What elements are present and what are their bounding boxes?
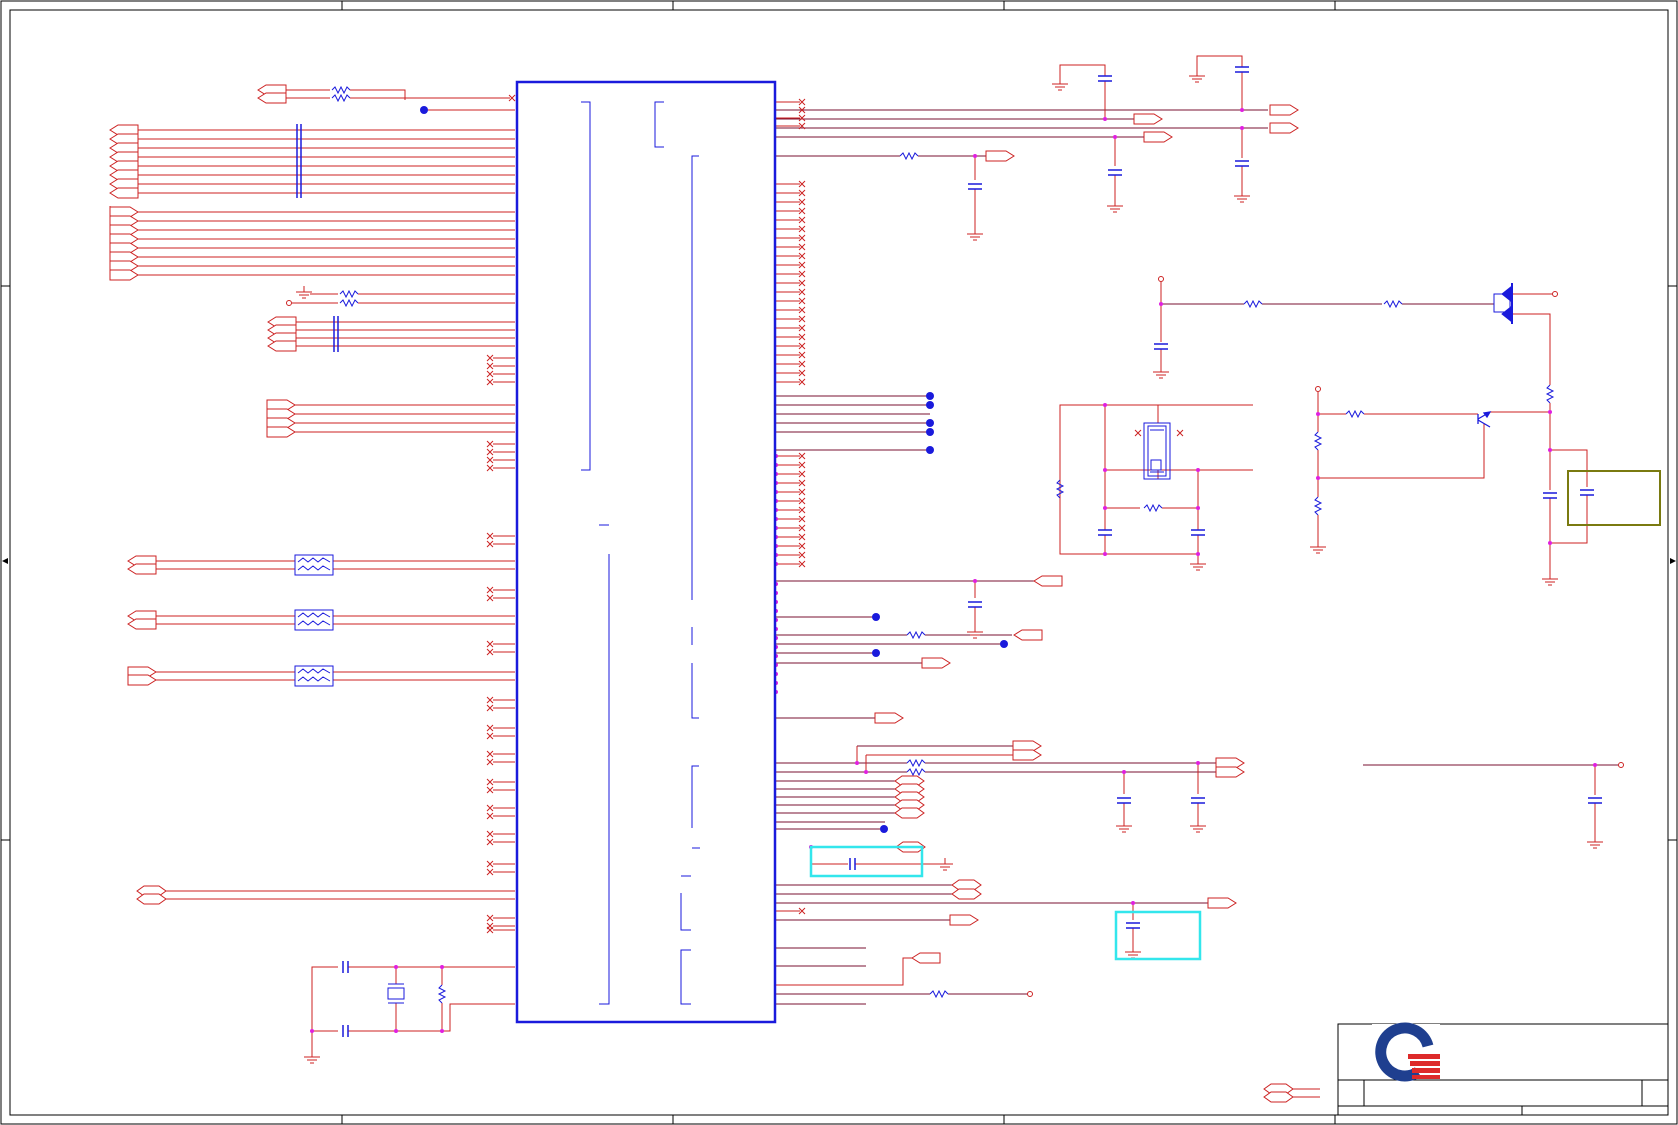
offpage-port-bidir [894, 807, 925, 819]
junction-dot [1196, 468, 1200, 472]
test-point [872, 649, 880, 657]
junction-dot [1548, 410, 1552, 414]
schematic-drawing [0, 0, 1678, 1125]
junction-dot [1196, 506, 1200, 510]
junction-dot [1196, 761, 1200, 765]
junction-dot [973, 579, 977, 583]
junction-dot [1548, 541, 1552, 545]
junction-dot [1122, 770, 1126, 774]
schematic-sheet [0, 0, 1678, 1125]
junction-dot [1593, 763, 1597, 767]
junction-dot [1240, 126, 1244, 130]
test-point [926, 401, 934, 409]
test-point [880, 825, 888, 833]
junction-dot [394, 1029, 398, 1033]
offpage-port-bidir [1263, 1091, 1294, 1103]
junction-dot [855, 761, 859, 765]
test-point [926, 392, 934, 400]
junction-dot [864, 770, 868, 774]
junction-dot [1103, 117, 1107, 121]
junction-dot [1159, 302, 1163, 306]
test-point [926, 446, 934, 454]
junction-dot [973, 154, 977, 158]
quanta-logo-icon [1372, 1022, 1440, 1082]
junction-dot [1316, 412, 1320, 416]
test-point [926, 419, 934, 427]
junction-dot [394, 965, 398, 969]
junction-dot [1548, 448, 1552, 452]
junction-dot [1103, 468, 1107, 472]
power-terminal [1027, 991, 1033, 997]
junction-dot [1240, 108, 1244, 112]
junction-dot [1103, 403, 1107, 407]
junction-dot [440, 965, 444, 969]
junction-dot [1131, 901, 1135, 905]
junction-dot [310, 1029, 314, 1033]
test-point [926, 428, 934, 436]
test-point [872, 613, 880, 621]
test-point [420, 106, 428, 114]
power-terminal [1552, 291, 1558, 297]
offpage-port-bidir [951, 888, 982, 900]
test-point [1000, 640, 1008, 648]
power-terminal [286, 300, 292, 306]
power-terminal [1158, 276, 1164, 282]
offpage-port-bidir [136, 893, 167, 905]
power-terminal [1315, 386, 1321, 392]
junction-dot [1103, 506, 1107, 510]
junction-dot [440, 1029, 444, 1033]
power-terminal [1618, 762, 1624, 768]
junction-dot [1196, 552, 1200, 556]
junction-dot [1113, 135, 1117, 139]
junction-dot [1103, 552, 1107, 556]
junction-dot [1316, 476, 1320, 480]
